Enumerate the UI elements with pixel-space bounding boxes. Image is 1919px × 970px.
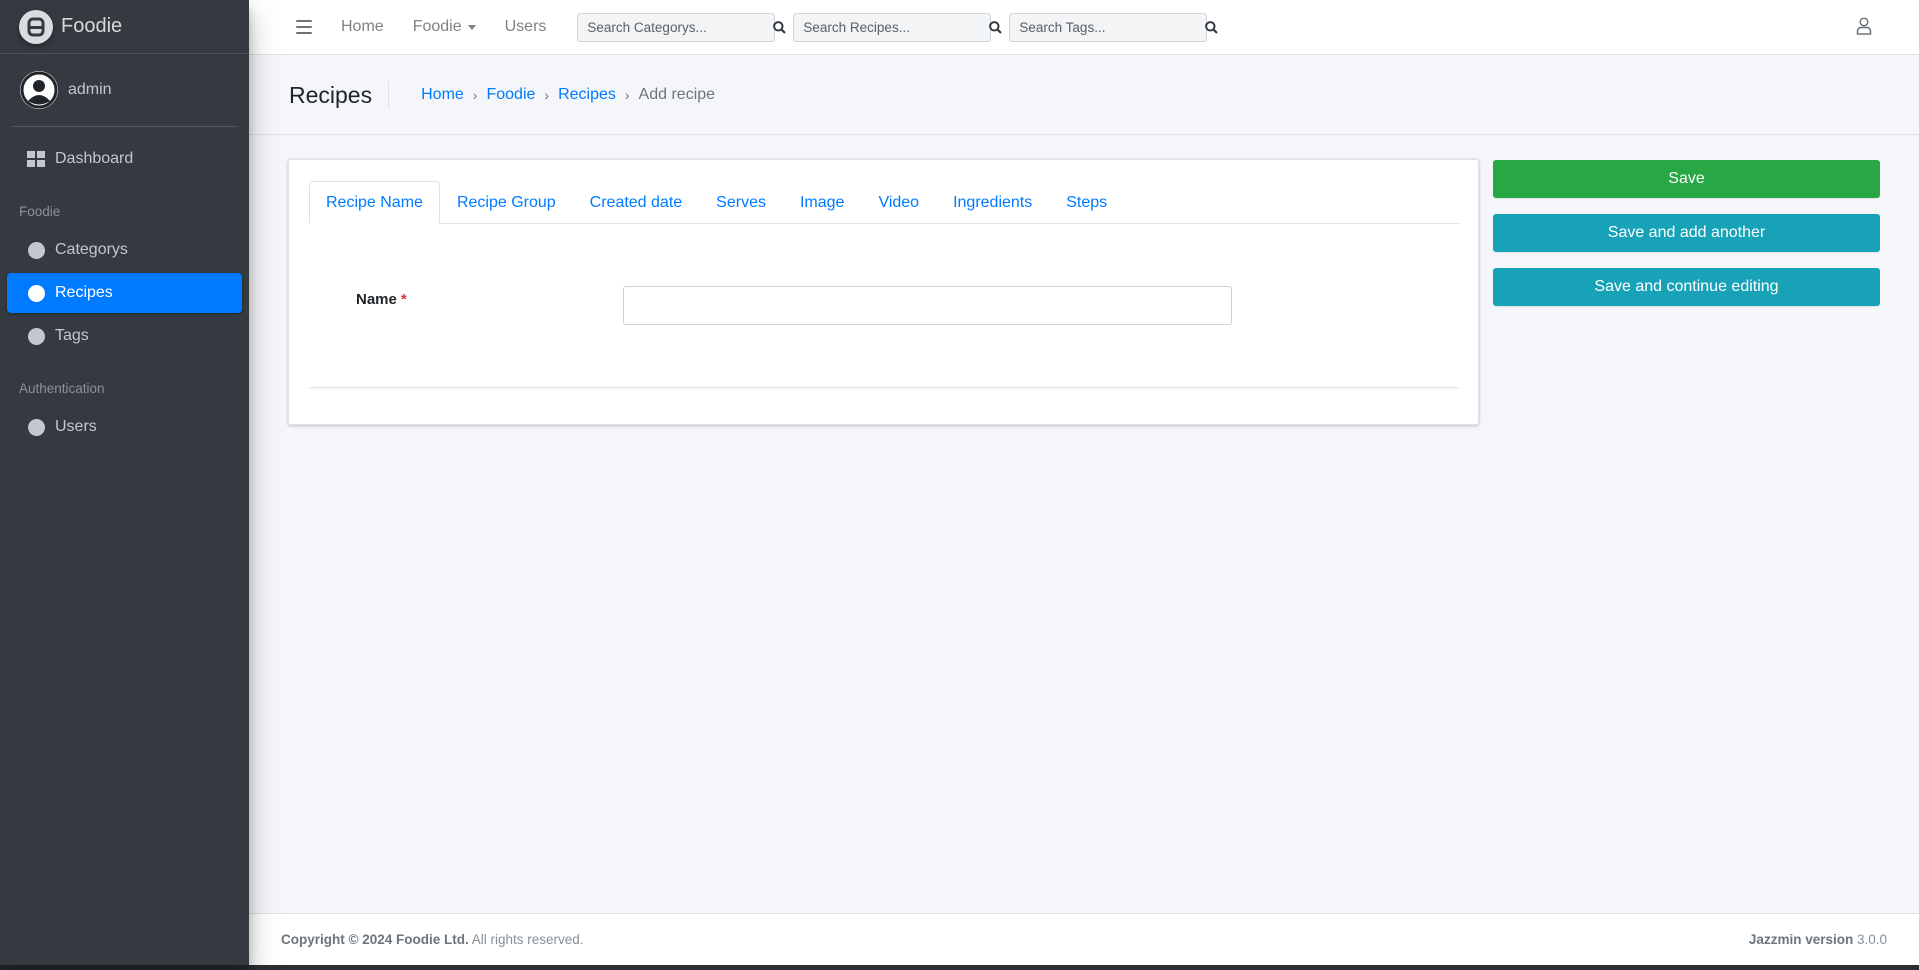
save-add-another-button[interactable]: Save and add another xyxy=(1493,214,1880,252)
search-categorys xyxy=(577,12,787,42)
caret-down-icon xyxy=(467,24,476,30)
recipe-form-card: Recipe Name Recipe Group Created date Se… xyxy=(288,159,1479,425)
bottom-strip xyxy=(0,965,1919,970)
user-panel[interactable]: admin xyxy=(12,54,237,127)
search-icon[interactable] xyxy=(989,14,1003,41)
top-navbar: Home Foodie Users xyxy=(249,0,1919,55)
nav-link-home[interactable]: Home xyxy=(341,18,384,36)
breadcrumb-separator: › xyxy=(472,86,478,103)
tab-steps[interactable]: Steps xyxy=(1049,181,1124,224)
sidebar-item-recipes[interactable]: Recipes xyxy=(7,273,242,313)
breadcrumb-current: Add recipe xyxy=(638,85,716,103)
version-label: Jazzmin version xyxy=(1748,932,1854,947)
name-field-label: Name * xyxy=(356,286,623,308)
nav-dropdown-label: Foodie xyxy=(412,18,462,35)
name-form-row: Name * xyxy=(356,286,1232,325)
sidebar-item-tags[interactable]: Tags xyxy=(7,316,242,356)
tab-serves[interactable]: Serves xyxy=(699,181,783,224)
save-button[interactable]: Save xyxy=(1493,160,1880,198)
tab-ingredients[interactable]: Ingredients xyxy=(936,181,1049,224)
copyright-rest: All rights reserved. xyxy=(468,932,584,947)
name-input[interactable] xyxy=(623,286,1232,325)
tab-image[interactable]: Image xyxy=(783,181,861,224)
required-marker: * xyxy=(400,291,407,308)
sidebar-item-label: Categorys xyxy=(55,241,128,258)
footer-version: Jazzmin version 3.0.0 xyxy=(1749,932,1887,947)
nav-section-header: Foodie xyxy=(19,204,61,219)
breadcrumb-separator: › xyxy=(544,86,550,103)
search-categorys-input[interactable] xyxy=(578,13,774,41)
sidebar-item-label: Dashboard xyxy=(55,150,134,167)
search-icon[interactable] xyxy=(1205,14,1219,41)
breadcrumb: Home › Foodie › Recipes › Add recipe xyxy=(421,86,715,104)
grid-icon xyxy=(27,150,45,168)
form-tabs: Recipe Name Recipe Group Created date Se… xyxy=(309,181,1459,224)
save-continue-button[interactable]: Save and continue editing xyxy=(1493,268,1880,306)
breadcrumb-foodie[interactable]: Foodie xyxy=(486,86,535,104)
search-icon[interactable] xyxy=(773,14,787,41)
search-tags-input[interactable] xyxy=(1010,13,1206,41)
sidebar-item-categorys[interactable]: Categorys xyxy=(7,230,242,270)
sidebar: Foodie admin Dashboard Foodie Categorys … xyxy=(0,0,249,965)
footer-copyright: Copyright © 2024 Foodie Ltd. All rights … xyxy=(281,932,584,947)
circle-icon xyxy=(27,327,45,345)
tab-recipe-group[interactable]: Recipe Group xyxy=(440,181,573,224)
search-recipes xyxy=(793,12,1003,42)
tab-recipe-name[interactable]: Recipe Name xyxy=(309,181,440,224)
hamburger-icon[interactable] xyxy=(296,20,312,34)
circle-icon xyxy=(27,241,45,259)
copyright-owner: Copyright © 2024 Foodie Ltd. xyxy=(281,932,469,947)
nav-link-users[interactable]: Users xyxy=(505,18,547,36)
sidebar-item-label: Users xyxy=(55,418,97,435)
form-divider xyxy=(309,387,1459,388)
brand-logo-icon xyxy=(19,9,53,44)
footer: Copyright © 2024 Foodie Ltd. All rights … xyxy=(249,913,1919,965)
search-recipes-input[interactable] xyxy=(794,13,990,41)
page-title: Recipes xyxy=(289,80,390,109)
user-name: admin xyxy=(68,81,112,98)
brand-name: Foodie xyxy=(61,15,123,37)
version-value: 3.0.0 xyxy=(1853,932,1887,947)
sidebar-item-users[interactable]: Users xyxy=(7,407,242,447)
name-label-text: Name xyxy=(356,291,397,308)
user-avatar-icon xyxy=(20,71,58,109)
user-outline-icon[interactable] xyxy=(1856,17,1872,40)
sidebar-item-label: Tags xyxy=(55,327,89,344)
nav-dropdown-foodie[interactable]: Foodie xyxy=(413,18,476,36)
tab-created-date[interactable]: Created date xyxy=(573,181,700,224)
tab-video[interactable]: Video xyxy=(861,181,936,224)
sidebar-item-label: Recipes xyxy=(55,284,113,301)
sidebar-item-dashboard[interactable]: Dashboard xyxy=(7,139,242,179)
content-header: Recipes Home › Foodie › Recipes › Add re… xyxy=(249,55,1919,135)
breadcrumb-separator: › xyxy=(624,86,630,103)
circle-icon xyxy=(27,418,45,436)
nav-section-header: Authentication xyxy=(19,381,105,396)
search-tags xyxy=(1009,12,1219,42)
brand-link[interactable]: Foodie xyxy=(0,0,249,54)
breadcrumb-home[interactable]: Home xyxy=(421,86,464,104)
submit-actions: Save Save and add another Save and conti… xyxy=(1493,160,1880,322)
sidebar-nav: Dashboard Foodie Categorys Recipes Tags … xyxy=(0,127,249,447)
breadcrumb-recipes[interactable]: Recipes xyxy=(558,86,616,104)
circle-icon xyxy=(27,284,45,302)
